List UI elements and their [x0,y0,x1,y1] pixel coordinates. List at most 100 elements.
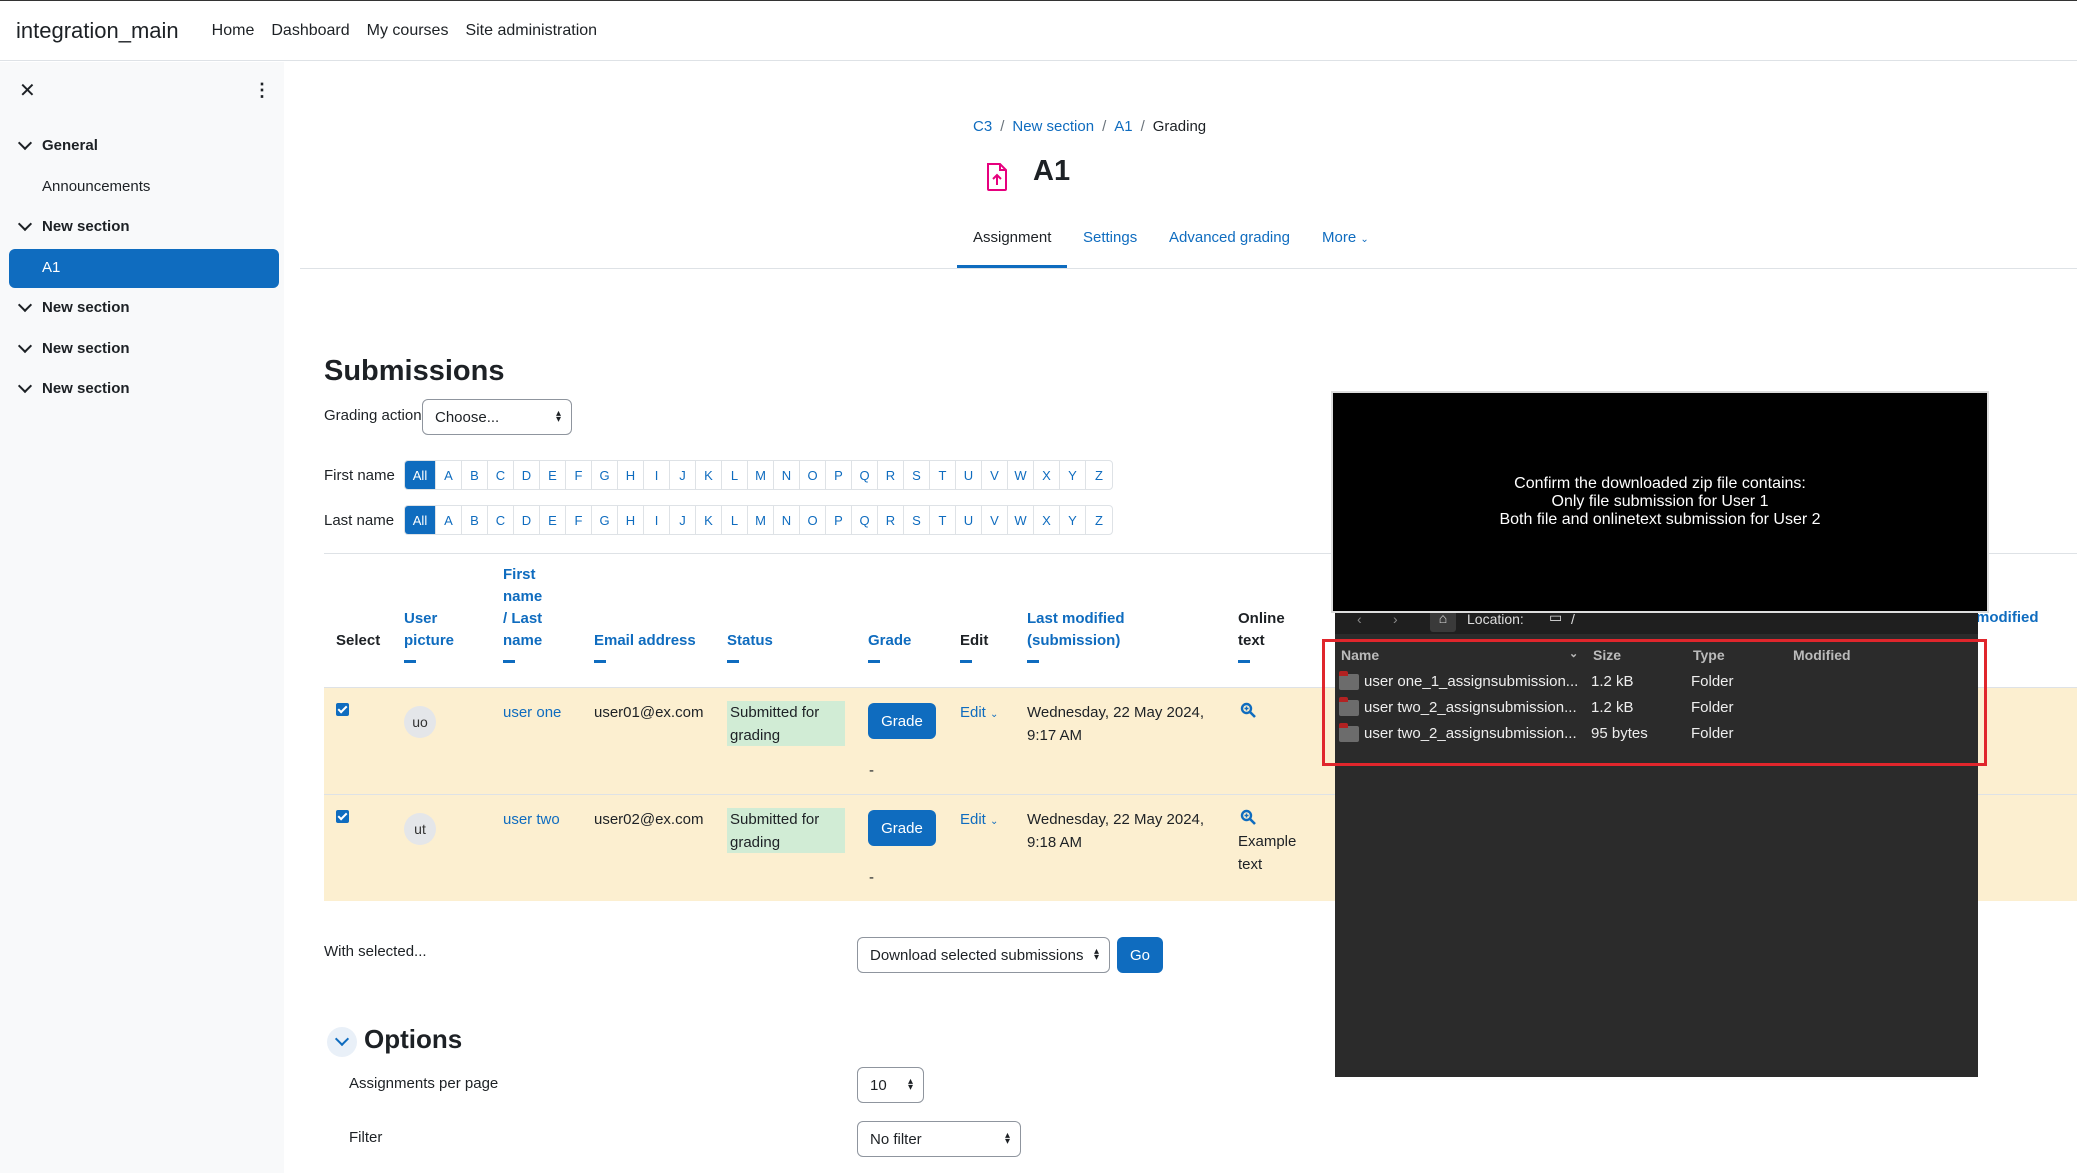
collapse-icon[interactable] [1027,660,1039,663]
drawer-section-new-section-4[interactable]: New section [17,378,130,397]
initial-f[interactable]: F [566,506,592,534]
initial-u[interactable]: U [956,506,982,534]
initial-m[interactable]: M [748,506,774,534]
initial-j[interactable]: J [670,506,696,534]
breadcrumb-new-section[interactable]: New section [1012,118,1094,135]
initial-i[interactable]: I [644,506,670,534]
avatar[interactable]: uo [404,706,436,738]
initial-e[interactable]: E [540,461,566,489]
tab-more[interactable]: More ⌄ [1322,229,1369,246]
initial-s[interactable]: S [904,461,930,489]
user-name-link[interactable]: user two [503,808,560,831]
options-collapse-toggle[interactable] [327,1027,357,1057]
forward-icon[interactable]: › [1393,611,1398,627]
breadcrumb-c3[interactable]: C3 [973,118,992,135]
collapse-icon[interactable] [960,660,972,663]
initial-c[interactable]: C [488,461,514,489]
initial-x[interactable]: X [1034,506,1060,534]
drawer-item-a1[interactable]: A1 [9,249,279,288]
nav-dashboard[interactable]: Dashboard [271,22,349,40]
initial-o[interactable]: O [800,461,826,489]
status-column-header[interactable]: Status [727,630,773,663]
collapse-icon[interactable] [868,660,880,663]
initial-r[interactable]: R [878,461,904,489]
initial-k[interactable]: K [696,461,722,489]
go-button[interactable]: Go [1117,937,1163,973]
initial-d[interactable]: D [514,506,540,534]
initial-z[interactable]: Z [1086,506,1112,534]
magnify-icon[interactable] [1240,702,1256,718]
initial-y[interactable]: Y [1060,506,1086,534]
initial-q[interactable]: Q [852,461,878,489]
initial-z[interactable]: Z [1086,461,1112,489]
initial-n[interactable]: N [774,461,800,489]
initial-o[interactable]: O [800,506,826,534]
initial-c[interactable]: C [488,506,514,534]
site-brand[interactable]: integration_main [16,18,179,44]
last-modified-column-header[interactable]: Last modified (submission) [1027,608,1125,663]
initial-b[interactable]: B [462,461,488,489]
initial-a[interactable]: A [436,461,462,489]
avatar[interactable]: ut [404,813,436,845]
email-column-header[interactable]: Email address [594,630,696,663]
initial-l[interactable]: L [722,461,748,489]
collapse-icon[interactable] [594,660,606,663]
drawer-section-new-section-2[interactable]: New section [17,297,130,316]
collapse-icon[interactable] [1238,660,1250,663]
initial-j[interactable]: J [670,461,696,489]
magnify-icon[interactable] [1240,809,1256,825]
initial-l[interactable]: L [722,506,748,534]
initial-n[interactable]: N [774,506,800,534]
initial-u[interactable]: U [956,461,982,489]
initial-r[interactable]: R [878,506,904,534]
initial-w[interactable]: W [1008,461,1034,489]
edit-menu[interactable]: Edit ⌄ [960,701,998,726]
drawer-item-announcements[interactable]: Announcements [42,178,150,195]
row-select-checkbox[interactable] [336,810,349,823]
initial-b[interactable]: B [462,506,488,534]
initial-m[interactable]: M [748,461,774,489]
bulk-action-select[interactable]: Download selected submissions ▴ ▾ [857,937,1110,973]
collapse-icon[interactable] [503,660,515,663]
tab-assignment[interactable]: Assignment [973,229,1051,246]
initial-v[interactable]: V [982,461,1008,489]
row-select-checkbox[interactable] [336,703,349,716]
filter-select[interactable]: No filter ▴ ▾ [857,1121,1021,1157]
initial-q[interactable]: Q [852,506,878,534]
initial-f[interactable]: F [566,461,592,489]
user-picture-column-header[interactable]: User picture [404,608,454,663]
kebab-menu-icon[interactable]: ⋮ [253,80,271,101]
edit-menu[interactable]: Edit ⌄ [960,808,998,833]
grade-button[interactable]: Grade [868,810,936,846]
assignments-per-page-select[interactable]: 10 ▴ ▾ [857,1067,924,1103]
initial-d[interactable]: D [514,461,540,489]
initial-a[interactable]: A [436,506,462,534]
tab-advanced-grading[interactable]: Advanced grading [1169,229,1290,246]
initial-e[interactable]: E [540,506,566,534]
name-column-header[interactable]: First name / Last name [503,564,542,663]
drawer-section-general[interactable]: General [17,135,98,154]
collapse-icon[interactable] [727,660,739,663]
initial-v[interactable]: V [982,506,1008,534]
collapse-icon[interactable] [404,660,416,663]
initial-y[interactable]: Y [1060,461,1086,489]
tab-settings[interactable]: Settings [1083,229,1137,246]
initial-t[interactable]: T [930,461,956,489]
back-icon[interactable]: ‹ [1357,611,1362,627]
initial-t[interactable]: T [930,506,956,534]
close-icon[interactable]: ✕ [19,78,36,103]
initial-x[interactable]: X [1034,461,1060,489]
initial-p[interactable]: P [826,461,852,489]
initial-g[interactable]: G [592,461,618,489]
nav-my-courses[interactable]: My courses [367,22,449,40]
initial-all[interactable]: All [405,506,436,534]
initial-i[interactable]: I [644,461,670,489]
grading-action-select[interactable]: Choose... ▴ ▾ [422,399,572,435]
breadcrumb-a1[interactable]: A1 [1114,118,1132,135]
initial-h[interactable]: H [618,506,644,534]
initial-s[interactable]: S [904,506,930,534]
initial-g[interactable]: G [592,506,618,534]
grade-column-header[interactable]: Grade [868,630,911,663]
grade-button[interactable]: Grade [868,703,936,739]
home-icon[interactable]: ⌂ [1430,610,1456,632]
